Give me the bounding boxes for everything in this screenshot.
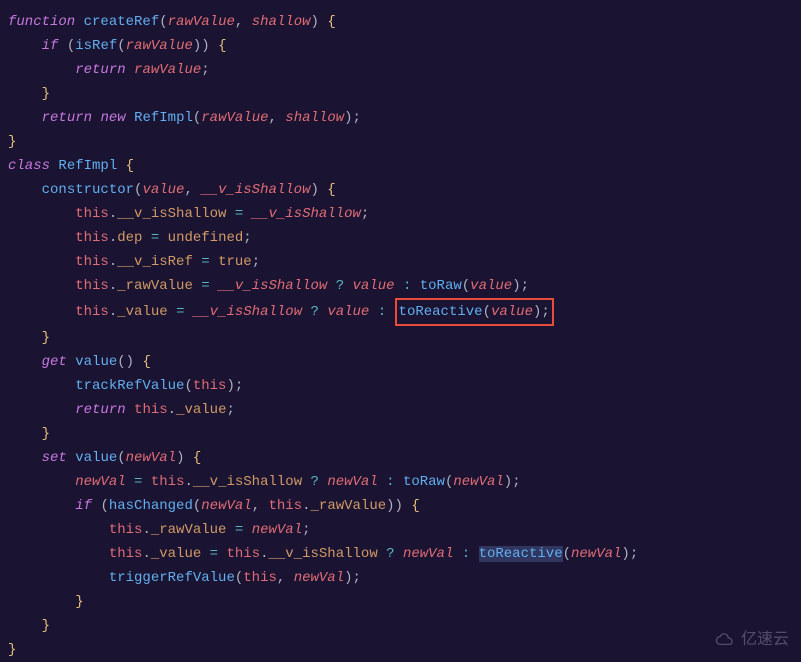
code-line: trackRefValue(this); (8, 378, 243, 394)
code-line: return rawValue; (8, 62, 210, 78)
code-line: this.__v_isShallow = __v_isShallow; (8, 206, 369, 222)
code-line: triggerRefValue(this, newVal); (8, 570, 361, 586)
code-line: } (8, 330, 50, 346)
highlight-box: toReactive(value); (395, 298, 554, 326)
code-line: this._rawValue = __v_isShallow ? value :… (8, 278, 529, 294)
cloud-icon (715, 633, 737, 647)
code-line: this.dep = undefined; (8, 230, 252, 246)
code-line: } (8, 86, 50, 102)
code-line: } (8, 134, 16, 150)
code-line: return this._value; (8, 402, 235, 418)
code-line: if (hasChanged(newVal, this._rawValue)) … (8, 498, 420, 514)
code-line: set value(newVal) { (8, 450, 201, 466)
code-line: this.__v_isRef = true; (8, 254, 260, 270)
code-line: this._value = this.__v_isShallow ? newVa… (8, 546, 638, 562)
code-line: } (8, 642, 16, 658)
code-line: newVal = this.__v_isShallow ? newVal : t… (8, 474, 521, 490)
watermark-text: 亿速云 (741, 628, 789, 652)
code-line: } (8, 618, 50, 634)
watermark: 亿速云 (715, 628, 789, 652)
code-line: return new RefImpl(rawValue, shallow); (8, 110, 361, 126)
code-line: this._value = __v_isShallow ? value : to… (8, 304, 554, 320)
code-line: } (8, 426, 50, 442)
code-line: this._rawValue = newVal; (8, 522, 311, 538)
code-line: constructor(value, __v_isShallow) { (8, 182, 336, 198)
code-line: get value() { (8, 354, 151, 370)
code-line: if (isRef(rawValue)) { (8, 38, 227, 54)
code-editor[interactable]: function createRef(rawValue, shallow) { … (8, 10, 793, 662)
code-line: } (8, 594, 84, 610)
code-line: function createRef(rawValue, shallow) { (8, 14, 336, 30)
code-line: class RefImpl { (8, 158, 134, 174)
